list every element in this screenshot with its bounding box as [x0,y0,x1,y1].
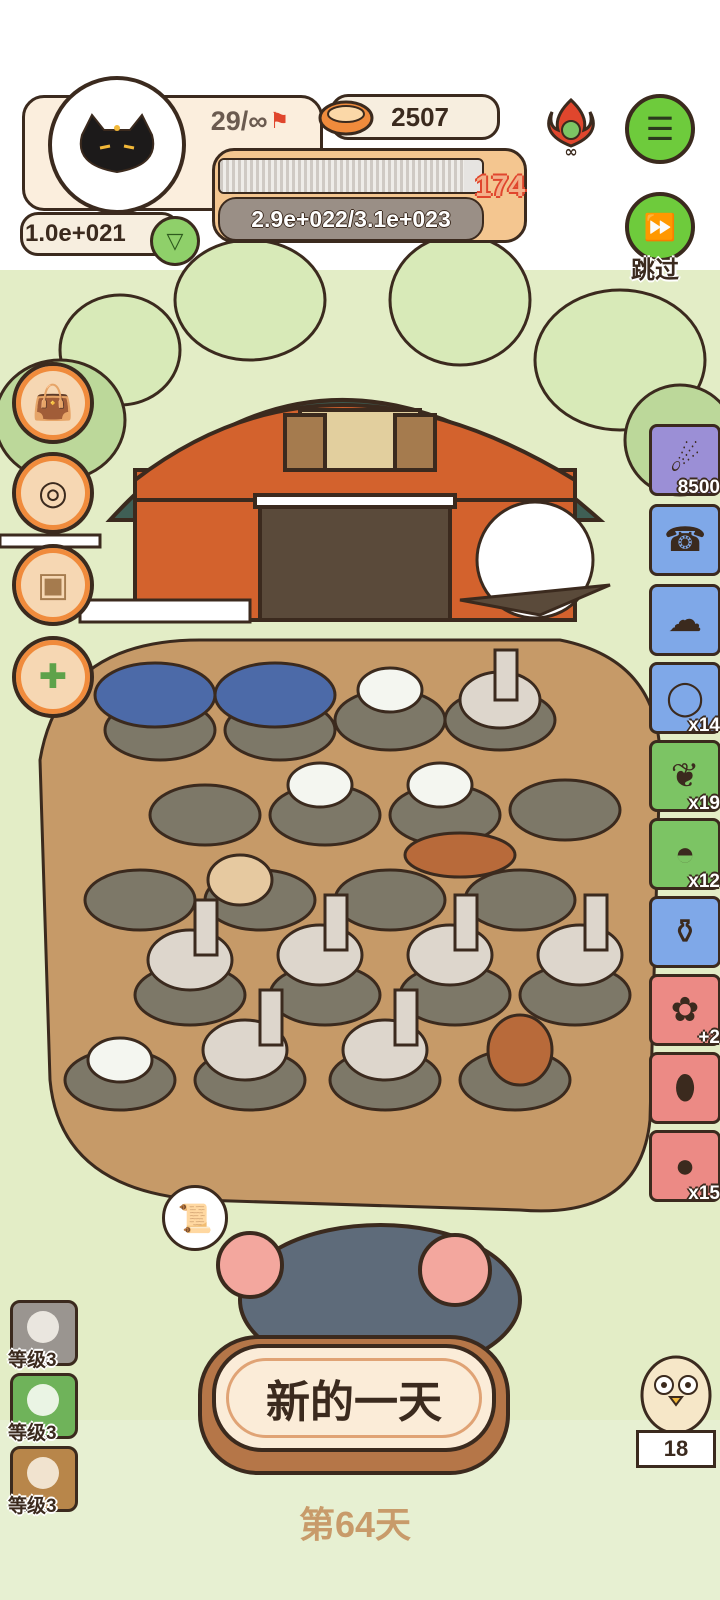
day-counter: 第64天 [250,1496,460,1548]
donut-icon: ◯ [665,679,705,717]
creature-silhouette-icon [27,1311,59,1343]
dino-egg-icon: ⬮ [674,1068,696,1107]
fast-forward-icon: ⏩ [643,211,677,242]
jar-item-button[interactable]: ⚱ [649,896,720,968]
helmet-icon: ◓ [674,834,696,873]
phone-item-button[interactable]: ☎ [649,504,720,576]
collar-icon: ◎ [38,474,68,512]
chevron-down-icon: ▽ [166,228,184,253]
device-button[interactable]: ✚ [12,636,94,718]
level-label-3: 等级3 [8,1496,57,1517]
meteor-icon: ☄ [669,441,701,479]
bag-button[interactable]: 👜 [12,362,94,444]
xp-progress-track [218,158,484,194]
skip-label-text: 跳过 [631,257,679,284]
leaf-icon: ❦ [670,757,700,795]
collar-button[interactable]: ◎ [12,452,94,534]
skip-label: 跳过 [615,250,695,285]
meteor-item-button[interactable]: ☄ 8500 [649,424,720,498]
menu-list-icon: ☰ [645,111,675,147]
level-label-1: 等级3 [8,1350,57,1371]
black-cat-icon [79,113,155,174]
item-count: x12 [688,871,720,892]
coin-text: 2507 [391,101,449,132]
xp-progress-text: 2.9e+022/3.1e+023 [218,197,484,241]
item-count: x14 [688,715,720,736]
leaf-item-button[interactable]: ❦ x19 [649,740,720,814]
owl-counter[interactable]: 18 [636,1345,716,1468]
helmet-item-button[interactable]: ◓ x12 [649,818,720,892]
creature-silhouette-icon [27,1457,59,1489]
menu-button[interactable]: ☰ [625,94,695,164]
svg-text:∞: ∞ [564,142,577,158]
capacity-counter: 29/∞ ⚑ [195,100,305,142]
item-count: x19 [688,793,720,814]
expand-down-button[interactable]: ▽ [150,216,200,266]
box-icon: ▣ [36,566,70,604]
capacity-text: 29/∞ [210,105,268,136]
certificate-icon: 📜 [177,1202,213,1234]
phone-icon: ☎ [663,521,707,559]
flame-badge-button[interactable]: ∞ [540,96,602,161]
new-day-label: 新的一天 [266,1378,442,1427]
item-count: 8500 [677,477,720,498]
medical-device-icon: ✚ [38,658,68,696]
dino-egg-item-button[interactable]: ⬮ [649,1052,720,1124]
food-bowl-icon [318,94,374,140]
owl-icon [640,1355,712,1435]
paw-boost-item-button[interactable]: ✿ +2 [649,974,720,1048]
xp-progress-value: 2.9e+022/3.1e+023 [251,205,451,232]
xp-progress-fill [220,160,464,192]
day-counter-text: 第64天 [298,1504,412,1545]
paw-boost-icon: ✿ [670,991,700,1029]
level-label-2: 等级3 [8,1423,57,1444]
level-number: 174 [470,170,530,204]
sheep-item-button[interactable]: ☁ [649,584,720,656]
creature-silhouette-icon [27,1384,59,1416]
flame-icon: ∞ [547,97,595,161]
bomb-item-button[interactable]: ● x15 [649,1130,720,1204]
bag-icon: 👜 [31,384,75,422]
level-number-text: 174 [474,170,526,203]
donut-item-button[interactable]: ◯ x14 [649,662,720,736]
certificate-bubble[interactable]: 📜 [162,1185,228,1251]
bomb-icon: ● [674,1146,696,1185]
owl-count-box: 18 [636,1430,716,1468]
flag-icon: ⚑ [269,108,290,133]
item-count: +2 [698,1027,720,1048]
box-button[interactable]: ▣ [12,544,94,626]
player-avatar[interactable] [48,76,186,214]
new-day-button[interactable]: 新的一天 [212,1344,496,1452]
sheep-icon: ☁ [668,601,702,639]
item-count: x15 [688,1183,720,1204]
owl-count-text: 18 [663,1436,689,1461]
income-text: 1.0e+021 [25,220,126,247]
jar-icon: ⚱ [670,913,700,951]
